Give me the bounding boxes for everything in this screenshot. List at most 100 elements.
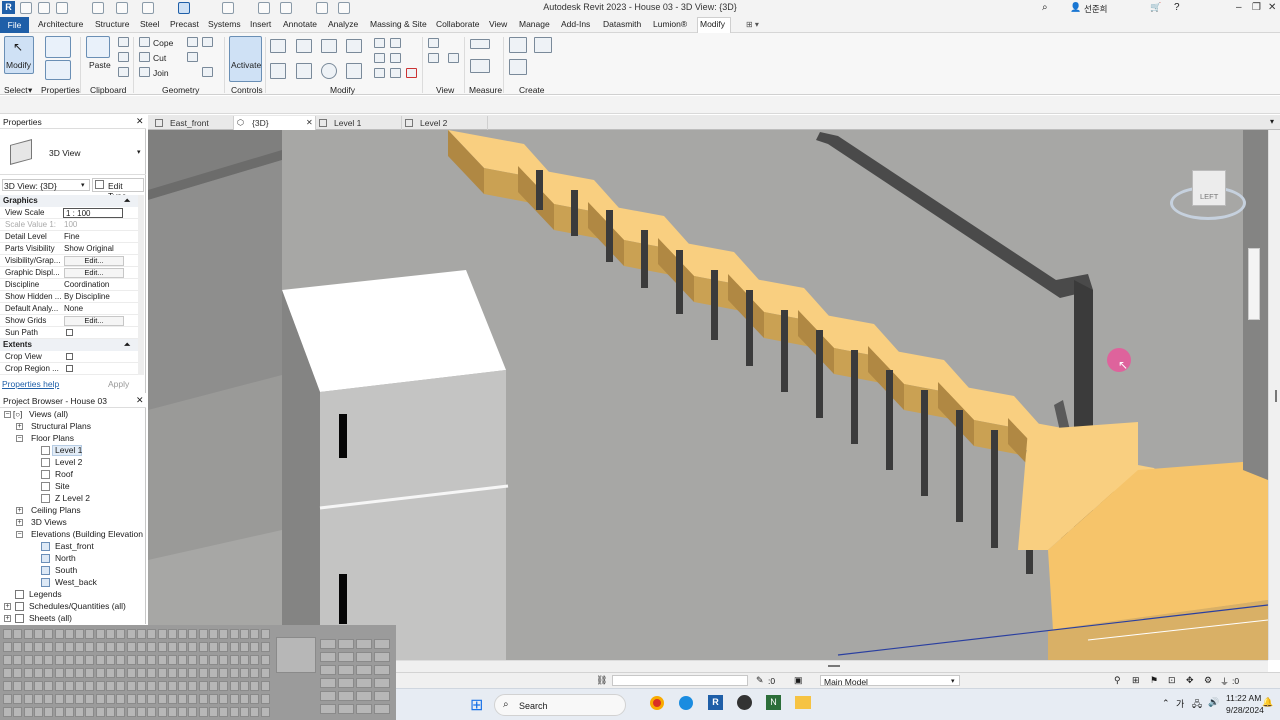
prop-value[interactable]: Coordination — [64, 280, 109, 289]
mirror-draw-icon[interactable] — [346, 39, 362, 53]
keyboard-key[interactable] — [136, 681, 146, 691]
keyboard-key[interactable] — [147, 707, 157, 717]
keyboard-key[interactable] — [75, 707, 85, 717]
keyboard-key[interactable] — [188, 707, 198, 717]
file-explorer-icon[interactable] — [795, 696, 811, 709]
keyboard-key[interactable] — [260, 642, 270, 652]
tray-chevron-icon[interactable]: ⌃ — [1162, 698, 1170, 709]
edit-button[interactable]: Edit... — [64, 268, 124, 278]
keyboard-key[interactable] — [106, 642, 115, 652]
design-options-icon[interactable]: ▣ — [794, 675, 803, 686]
numpad-key[interactable] — [374, 652, 390, 662]
prop-row[interactable]: Show Grids Edit... — [0, 315, 138, 327]
select-by-face-icon[interactable]: ⊡ — [1168, 675, 1176, 686]
extents-group[interactable]: Extents ⏶ — [0, 339, 138, 351]
keyboard-key[interactable] — [23, 655, 33, 665]
keyboard-key[interactable] — [157, 655, 167, 665]
copy-element-icon[interactable] — [296, 63, 312, 79]
keyboard-key[interactable] — [188, 629, 198, 639]
keyboard-key[interactable] — [3, 681, 12, 691]
keyboard-key[interactable] — [106, 668, 115, 678]
expand-icon[interactable]: + — [4, 615, 11, 622]
on-screen-keyboard[interactable] — [0, 625, 396, 720]
tab-architecture[interactable]: Architecture — [38, 19, 83, 29]
cope-button[interactable]: Cope — [153, 38, 173, 48]
tab-steel[interactable]: Steel — [140, 19, 159, 29]
keyboard-key[interactable] — [147, 642, 157, 652]
keyboard-key[interactable] — [239, 629, 249, 639]
tree-node-3d-views[interactable]: 3D Views — [31, 517, 67, 527]
keyboard-key[interactable] — [116, 655, 126, 665]
split-icon[interactable] — [374, 38, 385, 48]
restore-icon[interactable]: ❐ — [1252, 2, 1261, 13]
keyboard-key[interactable] — [147, 681, 157, 691]
keyboard-key[interactable] — [85, 681, 95, 691]
demolish-icon[interactable] — [202, 67, 213, 77]
keyboard-key[interactable] — [106, 681, 115, 691]
keyboard-key[interactable] — [13, 629, 23, 639]
numpad-key[interactable] — [374, 691, 390, 701]
keyboard-key[interactable] — [126, 655, 136, 665]
keyboard-key[interactable] — [64, 642, 74, 652]
keyboard-key[interactable] — [95, 694, 105, 704]
tab-annotate[interactable]: Annotate — [283, 19, 317, 29]
numpad-key[interactable] — [356, 691, 372, 701]
wall-joins-icon[interactable] — [187, 52, 198, 62]
split-face-icon[interactable] — [187, 37, 198, 47]
keyboard-key[interactable] — [54, 629, 64, 639]
tab-add-ins[interactable]: Add-Ins — [561, 19, 590, 29]
keyboard-key[interactable] — [157, 681, 167, 691]
network-icon[interactable]: 🖧 — [1192, 697, 1202, 713]
keyboard-key[interactable] — [178, 629, 188, 639]
prop-value[interactable]: Fine — [64, 232, 80, 241]
keyboard-key[interactable] — [85, 668, 95, 678]
windows-start-icon[interactable]: ⊞ — [470, 695, 483, 715]
collapse-icon[interactable]: − — [16, 531, 23, 538]
keyboard-key[interactable] — [44, 681, 54, 691]
expand-icon[interactable]: + — [16, 423, 23, 430]
keyboard-key[interactable] — [23, 629, 33, 639]
copy-icon[interactable] — [118, 52, 129, 62]
keyboard-key[interactable] — [3, 707, 12, 717]
navisworks-icon[interactable]: N — [766, 695, 781, 710]
keyboard-key[interactable] — [136, 668, 146, 678]
select-dropdown[interactable]: Select — [4, 85, 28, 95]
filter-icon[interactable]: ⏚ — [1220, 675, 1229, 688]
keyboard-key[interactable] — [260, 694, 270, 704]
keyboard-key[interactable] — [229, 668, 239, 678]
collapse-icon[interactable]: ⏶ — [124, 196, 130, 206]
viewcube-face-label[interactable]: LEFT — [1200, 192, 1218, 201]
offset-icon[interactable] — [296, 39, 312, 53]
numpad-key[interactable] — [374, 665, 390, 675]
numpad-key[interactable] — [320, 678, 336, 688]
keyboard-key[interactable] — [260, 668, 270, 678]
keyboard-key[interactable] — [64, 681, 74, 691]
keyboard-key[interactable] — [33, 629, 43, 639]
search-icon[interactable]: ⌕ — [1042, 2, 1048, 13]
tree-node-level-1[interactable]: Level 1 — [55, 445, 82, 455]
model-dropdown[interactable]: Main Model ▾ — [820, 675, 960, 687]
cope-icon[interactable] — [139, 37, 150, 47]
keyboard-key[interactable] — [54, 655, 64, 665]
keyboard-key[interactable] — [13, 668, 23, 678]
keyboard-key[interactable] — [126, 681, 136, 691]
worksharing-icon[interactable]: ⛓ — [596, 675, 607, 686]
tree-node-legends[interactable]: Legends — [29, 589, 62, 599]
keyboard-key[interactable] — [147, 629, 157, 639]
numpad-key[interactable] — [338, 639, 354, 649]
crop-view-checkbox[interactable] — [66, 353, 73, 360]
keyboard-key[interactable] — [44, 642, 54, 652]
close-icon[interactable]: ✕ — [136, 116, 144, 127]
obs-icon[interactable] — [737, 695, 752, 710]
cut-icon[interactable] — [118, 37, 129, 47]
keyboard-key[interactable] — [54, 681, 64, 691]
keyboard-key[interactable] — [147, 655, 157, 665]
keyboard-key[interactable] — [23, 681, 33, 691]
prop-row[interactable]: Discipline Coordination — [0, 279, 138, 291]
keyboard-key[interactable] — [23, 694, 33, 704]
keyboard-key[interactable] — [44, 668, 54, 678]
clock-time[interactable]: 11:22 AM — [1226, 693, 1261, 703]
prop-row[interactable]: Visibility/Grap... Edit... — [0, 255, 138, 267]
prop-row[interactable]: Crop Region ... — [0, 363, 138, 375]
tab-level-1[interactable]: Level 1 — [316, 116, 402, 130]
